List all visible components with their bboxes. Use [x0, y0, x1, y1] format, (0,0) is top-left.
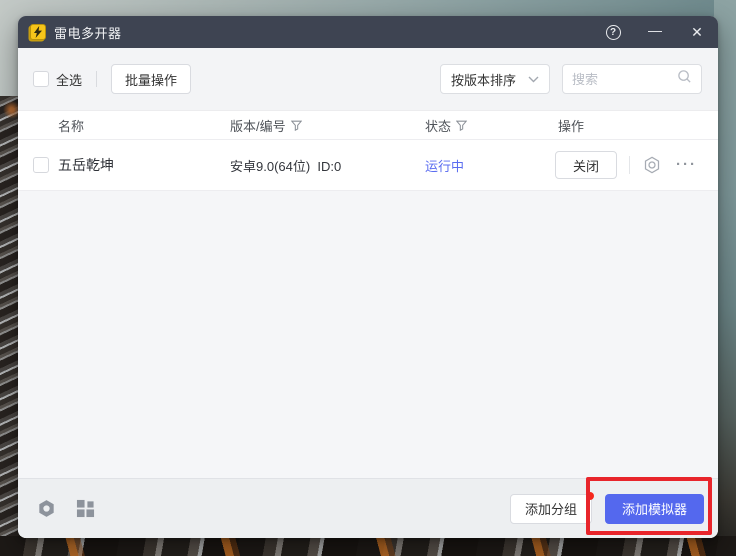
instance-settings-icon[interactable] — [642, 155, 662, 175]
instance-version: 安卓9.0(64位) ID:0 — [230, 156, 425, 175]
actions-divider — [629, 156, 630, 174]
global-settings-icon[interactable] — [36, 498, 57, 519]
row-checkbox[interactable] — [33, 157, 49, 173]
column-header-name: 名称 — [58, 116, 230, 135]
select-all-label: 全选 — [56, 70, 82, 89]
toolbar-divider — [96, 71, 97, 87]
column-header-status-label: 状态 — [425, 116, 451, 135]
sort-dropdown[interactable]: 按版本排序 — [440, 64, 550, 94]
instance-name: 五岳乾坤 — [58, 155, 230, 175]
titlebar-controls: ? — ✕ — [604, 23, 706, 41]
close-button[interactable]: ✕ — [688, 23, 706, 41]
close-instance-button[interactable]: 关闭 — [555, 151, 617, 179]
filter-icon[interactable] — [456, 120, 467, 131]
help-button[interactable]: ? — [604, 23, 622, 41]
grid-layout-icon[interactable] — [76, 499, 95, 518]
minimize-button[interactable]: — — [646, 21, 664, 39]
footer-buttons: 添加分组 添加模拟器 — [510, 494, 704, 524]
notification-badge — [586, 492, 594, 500]
column-header-version: 版本/编号 — [230, 116, 425, 135]
column-header-actions: 操作 — [555, 116, 718, 135]
column-header-status: 状态 — [425, 116, 555, 135]
wallpaper-left-rocks — [0, 96, 20, 556]
search-input[interactable] — [572, 72, 677, 87]
search-icon — [677, 69, 692, 89]
chevron-down-icon — [528, 70, 539, 88]
footer-icon-group — [36, 498, 95, 519]
filter-icon[interactable] — [291, 120, 302, 131]
toolbar: 全选 批量操作 按版本排序 — [18, 48, 718, 110]
add-group-button[interactable]: 添加分组 — [510, 494, 592, 524]
wallpaper-bottom-rocks — [0, 536, 736, 556]
table-header: 名称 版本/编号 状态 操作 — [18, 110, 718, 140]
instance-list-empty-area — [18, 191, 718, 478]
ldplayer-multi-instance-window: 雷电多开器 ? — ✕ 全选 批量操作 按版本排序 — [18, 16, 718, 538]
app-logo-icon — [30, 24, 46, 40]
bottom-bar: 添加分组 添加模拟器 — [18, 478, 718, 538]
add-group-label: 添加分组 — [525, 499, 577, 518]
add-emulator-button[interactable]: 添加模拟器 — [605, 494, 704, 524]
sort-dropdown-value: 按版本排序 — [451, 70, 516, 89]
window-title: 雷电多开器 — [54, 23, 122, 42]
instance-status: 运行中 — [425, 156, 555, 175]
titlebar: 雷电多开器 ? — ✕ — [18, 16, 718, 48]
help-icon: ? — [606, 25, 621, 40]
lightning-icon — [33, 26, 43, 38]
table-row[interactable]: 五岳乾坤 安卓9.0(64位) ID:0 运行中 关闭 ··· — [18, 140, 718, 191]
toolbar-right-group: 按版本排序 — [440, 64, 702, 94]
search-box — [562, 64, 702, 94]
more-options-icon[interactable]: ··· — [676, 160, 697, 170]
select-all-checkbox[interactable] — [33, 71, 49, 87]
column-header-version-label: 版本/编号 — [230, 116, 286, 135]
row-actions: 关闭 ··· — [555, 151, 718, 179]
batch-action-button[interactable]: 批量操作 — [111, 64, 191, 94]
